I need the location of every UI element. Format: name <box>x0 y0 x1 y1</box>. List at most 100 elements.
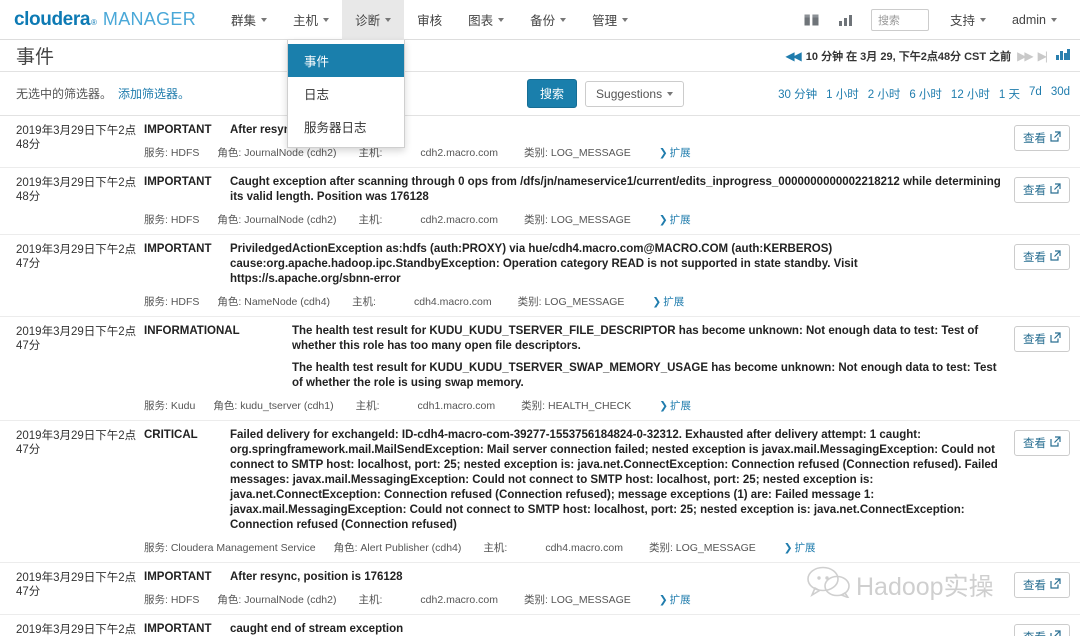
expand-link-label: 扩展 <box>669 147 691 159</box>
event-timestamp-cell: 2019年3月29日下午2点47分 <box>16 324 144 353</box>
nav-item-clusters[interactable]: 群集 <box>218 0 280 40</box>
event-timestamp: 2019年3月29日下午2点47分 <box>16 430 137 456</box>
support-chart-icon[interactable] <box>829 0 863 40</box>
event-category-value: LOG_MESSAGE <box>547 214 631 226</box>
time-range-navigator: ◀◀ 10 分钟 在 3月 29, 下午2点48分 CST 之前 ▶▶ ▶| <box>785 48 1070 64</box>
nav-item-administration[interactable]: 管理 <box>579 0 641 40</box>
expand-link[interactable]: ❯ 扩展 <box>659 398 691 413</box>
event-message: The health test result for KUDU_KUDU_TSE… <box>292 362 997 389</box>
event-service: 服务: HDFS <box>144 294 199 309</box>
expand-link-label: 扩展 <box>794 542 816 554</box>
expand-link-label: 扩展 <box>669 214 691 226</box>
time-nav-forward-icon[interactable]: ▶▶ <box>1017 49 1034 63</box>
nav-item-hosts[interactable]: 主机 <box>280 0 342 40</box>
event-category: 类别: LOG_MESSAGE <box>524 212 631 227</box>
event-service-label: 服务: <box>144 542 168 554</box>
nav-item-user-label: admin <box>1011 12 1046 27</box>
event-meta: 服务: HDFS 角色: JournalNode (cdh2) 主机: cdh2.ma… <box>144 212 1002 227</box>
time-range-7d[interactable]: 7d <box>1029 86 1042 102</box>
nav-item-audits[interactable]: 审核 <box>404 0 455 40</box>
nav-item-user-menu[interactable]: admin <box>999 0 1070 40</box>
time-range-12hour[interactable]: 12 小时 <box>951 86 990 102</box>
time-range-1hour[interactable]: 1 小时 <box>826 86 859 102</box>
no-filter-text: 无选中的筛选器。 <box>16 87 113 101</box>
view-button[interactable]: 查看 <box>1014 244 1070 270</box>
event-service-value: Kudu <box>167 400 196 412</box>
expand-link[interactable]: ❯ 扩展 <box>652 294 684 309</box>
dropdown-item-server-logs[interactable]: 服务器日志 <box>288 110 404 143</box>
nav-item-support[interactable]: 支持 <box>937 0 999 40</box>
time-range-shortcuts: 30 分钟 1 小时 2 小时 6 小时 12 小时 1 天 7d 30d <box>778 86 1070 102</box>
event-category-label: 类别: <box>524 214 548 226</box>
expand-link[interactable]: ❯ 扩展 <box>659 592 691 607</box>
parcel-icon[interactable] <box>795 0 829 40</box>
event-row: 2019年3月29日下午2点47分 INFORMATIONAL The health… <box>0 317 1080 421</box>
event-action-cell: 查看 <box>1008 622 1070 636</box>
global-search-input[interactable]: 搜索 <box>870 8 929 31</box>
chevron-right-icon: ❯ <box>783 542 793 554</box>
nav-item-diagnostics[interactable]: 诊断 <box>342 0 405 40</box>
chart-icon[interactable] <box>1056 48 1070 63</box>
event-category-value: LOG_MESSAGE <box>547 594 631 606</box>
add-filter-link[interactable]: 添加筛选器。 <box>118 85 190 102</box>
event-role-value: Alert Publisher (cdh4) <box>357 542 462 554</box>
event-severity: IMPORTANT <box>144 243 212 255</box>
event-host-label: 主机: <box>352 294 376 309</box>
expand-link[interactable]: ❯ 扩展 <box>659 212 691 227</box>
time-range-30d[interactable]: 30d <box>1051 86 1070 102</box>
event-host-value: cdh2.macro.com <box>420 593 499 606</box>
event-message: The health test result for KUDU_KUDU_TSE… <box>292 325 979 352</box>
logo-manager-text: MANAGER <box>102 8 197 29</box>
time-range-2hour[interactable]: 2 小时 <box>868 86 901 102</box>
nav-item-backup[interactable]: 备份 <box>517 0 579 40</box>
event-body: IMPORTANTcaught end of stream exception服… <box>144 622 1008 636</box>
time-nav-latest-icon[interactable]: ▶| <box>1038 49 1048 63</box>
event-timestamp-cell: 2019年3月29日下午2点47分 <box>16 428 144 457</box>
event-body: IMPORTANT Caught exception after scanning… <box>144 175 1008 227</box>
top-navigation-bar: cloudera® MANAGER 群集 主机 诊断 审核 图表 备份 管理 <box>0 0 1080 40</box>
event-host-value: cdh2.macro.com <box>420 213 499 226</box>
event-message-line: IMPORTANT caught end of stream exception <box>144 622 1002 636</box>
nav-item-charts[interactable]: 图表 <box>455 0 517 40</box>
event-host-label: 主机: <box>483 540 507 555</box>
time-range-1day[interactable]: 1 天 <box>999 86 1020 102</box>
view-button-label: 查看 <box>1023 629 1046 636</box>
event-role-label: 角色: <box>213 400 238 412</box>
view-button-label: 查看 <box>1023 334 1046 346</box>
view-button[interactable]: 查看 <box>1014 326 1070 352</box>
suggestions-button[interactable]: Suggestions <box>585 80 685 107</box>
view-button[interactable]: 查看 <box>1014 177 1070 203</box>
event-role-value: kudu_tserver (cdh1) <box>237 400 334 412</box>
view-button[interactable]: 查看 <box>1014 430 1070 456</box>
event-timestamp: 2019年3月29日下午2点47分 <box>16 572 137 598</box>
chevron-right-icon: ❯ <box>659 400 669 412</box>
event-role: 角色: kudu_tserver (cdh1) <box>213 398 333 413</box>
event-timestamp: 2019年3月29日下午2点46分 <box>16 624 137 636</box>
chevron-right-icon: ❯ <box>652 296 662 308</box>
cloudera-manager-logo[interactable]: cloudera ® MANAGER <box>14 9 196 31</box>
expand-link[interactable]: ❯ 扩展 <box>659 145 691 160</box>
time-nav-back-icon[interactable]: ◀◀ <box>785 49 802 63</box>
event-service-value: HDFS <box>167 594 200 606</box>
expand-link[interactable]: ❯ 扩展 <box>784 540 816 555</box>
external-link-icon <box>1050 578 1061 592</box>
dropdown-item-events[interactable]: 事件 <box>288 44 404 77</box>
event-host-label: 主机: <box>356 398 380 413</box>
event-timestamp-cell: 2019年3月29日下午2点48分 <box>16 123 144 152</box>
view-button[interactable]: 查看 <box>1014 572 1070 598</box>
event-service-label: 服务: <box>144 147 168 159</box>
view-button[interactable]: 查看 <box>1014 624 1070 636</box>
dropdown-item-server-logs-label: 服务器日志 <box>304 121 367 135</box>
event-role-value: JournalNode (cdh2) <box>241 147 337 159</box>
time-range-6hour[interactable]: 6 小时 <box>909 86 942 102</box>
search-button[interactable]: 搜索 <box>527 79 578 108</box>
event-timestamp: 2019年3月29日下午2点47分 <box>16 326 137 352</box>
dropdown-item-logs[interactable]: 日志 <box>288 77 404 110</box>
time-range-30min[interactable]: 30 分钟 <box>778 86 817 102</box>
event-message-line: IMPORTANT After resync, position is 17612… <box>144 570 1002 585</box>
chevron-down-icon <box>498 17 505 22</box>
view-button[interactable]: 查看 <box>1014 125 1070 151</box>
event-timestamp: 2019年3月29日下午2点48分 <box>16 177 137 203</box>
time-range-label[interactable]: 10 分钟 在 3月 29, 下午2点48分 CST 之前 <box>806 48 1011 64</box>
event-host-label-label: 主机: <box>352 296 376 308</box>
